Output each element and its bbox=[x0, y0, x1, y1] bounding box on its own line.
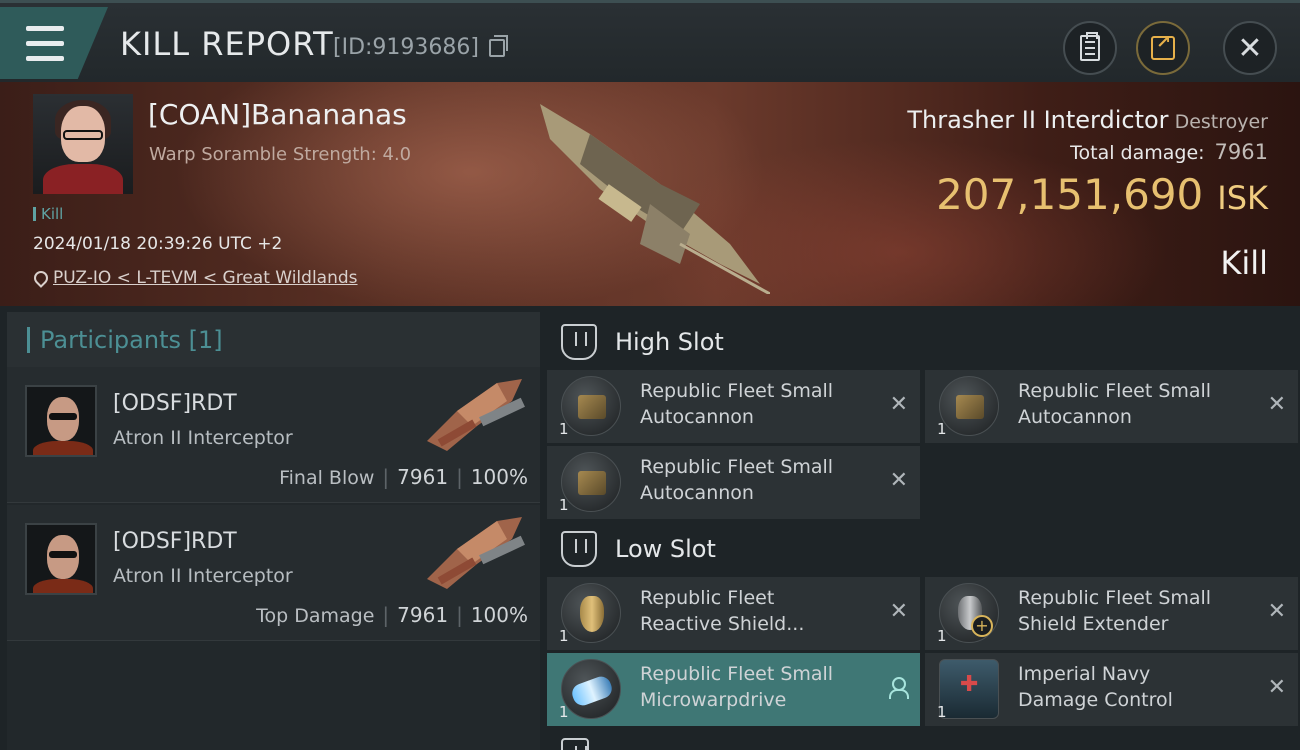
module-item[interactable]: 1 Republic Fleet Small Autocannon ✕ bbox=[547, 370, 920, 443]
module-item[interactable]: + 1 Republic Fleet Small Shield Extender … bbox=[925, 577, 1298, 650]
victim-banner: [COAN]Banananas Warp Soramble Strength: … bbox=[0, 82, 1300, 306]
person-icon bbox=[888, 677, 909, 699]
header-bar: KILL REPORT [ID:9193686] ✕ bbox=[0, 0, 1300, 82]
low-slot-icon bbox=[561, 531, 597, 567]
destroyed-x-icon: ✕ bbox=[889, 392, 908, 417]
close-icon: ✕ bbox=[1237, 30, 1263, 66]
module-name: Imperial Navy Damage Control bbox=[1018, 663, 1173, 711]
kill-datetime: 2024/01/18 20:39:26 UTC +2 bbox=[33, 234, 283, 254]
destroyed-x-icon: ✕ bbox=[1267, 675, 1286, 700]
total-damage: Total damage: 7961 bbox=[1070, 140, 1268, 164]
module-item[interactable]: 1 Imperial NavyDamage Control ✕ bbox=[925, 653, 1298, 726]
module-item[interactable]: 1 Republic Fleet Reactive Shield... ✕ bbox=[547, 577, 920, 650]
isk-value: 207,151,690 ISK bbox=[936, 170, 1268, 219]
damage-control-icon bbox=[939, 659, 999, 719]
module-name: Republic Fleet Small Shield Extender bbox=[1018, 587, 1212, 635]
participant-row[interactable]: [ODSF]RDT Atron II Interceptor Top Damag… bbox=[7, 505, 540, 641]
kill-location[interactable]: PUZ-IO < L-TEVM < Great Wildlands bbox=[33, 268, 358, 288]
autocannon-icon bbox=[561, 452, 621, 512]
next-section-peek bbox=[547, 730, 1297, 750]
module-item[interactable]: 1 Republic Fleet Small Autocannon ✕ bbox=[547, 446, 920, 519]
destroyed-x-icon: ✕ bbox=[1267, 599, 1286, 624]
victim-name[interactable]: [COAN]Banananas bbox=[148, 98, 407, 131]
slot-icon bbox=[561, 738, 589, 750]
participant-ship-image bbox=[427, 379, 525, 451]
participant-avatar[interactable] bbox=[25, 385, 97, 457]
high-slot-icon bbox=[561, 324, 597, 360]
share-icon bbox=[1151, 32, 1175, 60]
participant-avatar[interactable] bbox=[25, 523, 97, 595]
result-label: Kill bbox=[1220, 244, 1268, 282]
menu-button[interactable] bbox=[0, 7, 108, 79]
copy-icon[interactable] bbox=[489, 35, 508, 57]
module-name: Republic Fleet Small Autocannon bbox=[640, 380, 834, 428]
participant-row[interactable]: [ODSF]RDT Atron II Interceptor Final Blo… bbox=[7, 367, 540, 503]
participants-header: Participants [1] bbox=[7, 312, 540, 367]
plus-badge-icon: + bbox=[971, 615, 993, 637]
high-slot-header: High Slot bbox=[547, 312, 1297, 372]
destroyed-x-icon: ✕ bbox=[1267, 392, 1286, 417]
destroyed-x-icon: ✕ bbox=[889, 468, 908, 493]
module-name: Republic Fleet Reactive Shield... bbox=[640, 587, 805, 635]
warp-scramble-strength: Warp Soramble Strength: 4.0 bbox=[149, 144, 412, 165]
clipboard-button[interactable] bbox=[1063, 21, 1117, 75]
reactive-shield-icon bbox=[561, 583, 621, 643]
participant-name: [ODSF]RDT bbox=[113, 391, 237, 416]
clipboard-icon bbox=[1080, 32, 1100, 61]
close-button[interactable]: ✕ bbox=[1223, 21, 1277, 75]
hamburger-icon bbox=[26, 21, 64, 66]
participant-name: [ODSF]RDT bbox=[113, 529, 237, 554]
kill-tag: Kill bbox=[33, 205, 63, 223]
victim-ship-name[interactable]: Thrasher II Interdictor Destroyer bbox=[907, 106, 1268, 134]
destroyed-x-icon: ✕ bbox=[889, 599, 908, 624]
participant-ship-image bbox=[427, 517, 525, 589]
report-id: [ID:9193686] bbox=[333, 35, 479, 60]
participants-panel: Participants [1] [ODSF]RDT Atron II Inte… bbox=[7, 312, 540, 750]
microwarpdrive-icon bbox=[561, 659, 621, 719]
victim-portrait[interactable] bbox=[33, 94, 133, 194]
shield-extender-icon bbox=[939, 583, 999, 643]
page-title: KILL REPORT bbox=[120, 25, 334, 63]
module-name: Republic Fleet Small Autocannon bbox=[640, 456, 834, 504]
autocannon-icon bbox=[561, 376, 621, 436]
low-slot-header: Low Slot bbox=[547, 519, 1297, 579]
module-item-selected[interactable]: 1 Republic Fleet Small Microwarpdrive bbox=[547, 653, 920, 726]
module-name: Republic Fleet Small Microwarpdrive bbox=[640, 663, 834, 711]
participant-stats: Final Blow | 7961 | 100% bbox=[279, 465, 528, 489]
share-button[interactable] bbox=[1136, 21, 1190, 75]
participant-stats: Top Damage | 7961 | 100% bbox=[256, 603, 528, 627]
autocannon-icon bbox=[939, 376, 999, 436]
location-pin-icon bbox=[33, 271, 45, 285]
victim-ship-image bbox=[540, 104, 770, 294]
module-item[interactable]: 1 Republic Fleet Small Autocannon ✕ bbox=[925, 370, 1298, 443]
module-name: Republic Fleet Small Autocannon bbox=[1018, 380, 1212, 428]
participant-ship: Atron II Interceptor bbox=[113, 565, 293, 587]
participant-ship: Atron II Interceptor bbox=[113, 427, 293, 449]
